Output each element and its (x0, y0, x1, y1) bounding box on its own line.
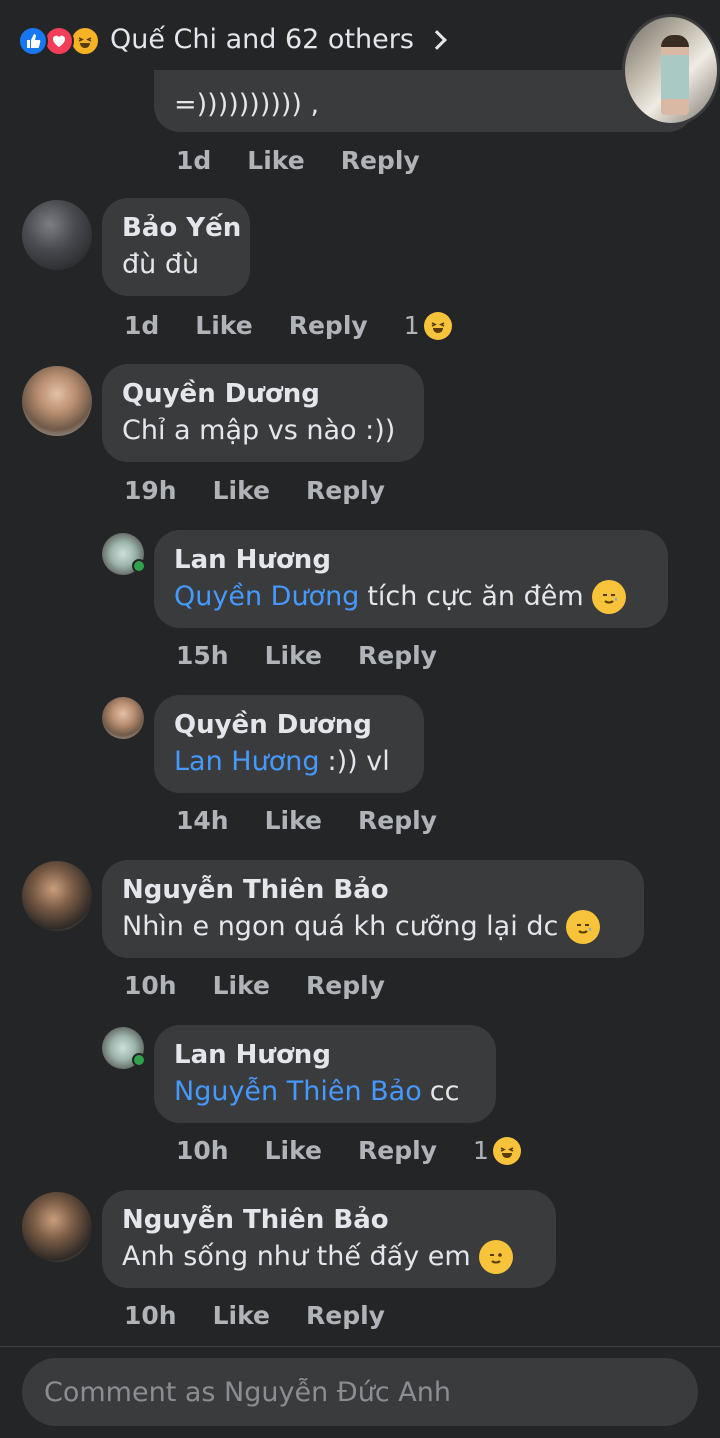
online-status-dot (132, 1053, 146, 1067)
reaction-count[interactable]: 1 (473, 1136, 557, 1165)
comment-time: 10h (124, 1301, 177, 1330)
avatar[interactable] (22, 200, 92, 270)
mention-link[interactable]: Lan Hương (174, 743, 319, 781)
like-button[interactable]: Like (213, 1301, 270, 1330)
comment-actions: 1d Like Reply 1 (124, 311, 488, 340)
comment-text-line: Lan Hương :)) vl (174, 743, 404, 781)
haha-reaction-icon (70, 26, 100, 56)
haha-emoji-icon (423, 311, 452, 340)
like-reaction-icon (18, 26, 48, 56)
comment-actions: 10h Like Reply (124, 971, 421, 1000)
reply-button[interactable]: Reply (306, 476, 385, 505)
online-status-dot (132, 559, 146, 573)
reaction-count-value: 1 (472, 1136, 489, 1165)
comment-actions: 19h Like Reply (124, 476, 421, 505)
reaction-summary[interactable]: Quế Chi and 62 others (110, 24, 447, 55)
comment-bubble[interactable]: Nguyễn Thiên Bảo Anh sống như thế đấy em (102, 1190, 556, 1288)
comment-text: đù đù (122, 249, 200, 280)
comment-time: 15h (176, 641, 229, 670)
reply-button[interactable]: Reply (289, 311, 368, 340)
comment-text-line: Anh sống như thế đấy em (122, 1238, 536, 1276)
like-button[interactable]: Like (265, 1136, 322, 1165)
reaction-summary-text[interactable]: Quế Chi and 62 others (110, 24, 414, 55)
comment-actions: 14h Like Reply (176, 806, 473, 835)
comment-text: Anh sống như thế đấy em (122, 1241, 471, 1272)
comment-author[interactable]: Quyền Dương (122, 376, 404, 412)
comment-bubble[interactable]: Lan Hương Nguyễn Thiên Bảo cc (154, 1025, 496, 1123)
like-button[interactable]: Like (247, 146, 304, 175)
reply-button[interactable]: Reply (306, 1301, 385, 1330)
comment-text: Chỉ a mập vs nào :)) (122, 415, 396, 446)
like-button[interactable]: Like (265, 806, 322, 835)
composer-divider (0, 1346, 720, 1347)
comment-bubble[interactable]: =)))))))))) , (154, 70, 694, 132)
avatar[interactable] (22, 366, 92, 436)
comment-bubble[interactable]: Lan Hương Quyền Dương tích cực ăn đêm (154, 530, 668, 628)
comment-text-line: Quyền Dương tích cực ăn đêm (174, 578, 648, 616)
comment-input[interactable] (22, 1358, 698, 1426)
reply-button[interactable]: Reply (306, 971, 385, 1000)
comment-author[interactable]: Quyền Dương (174, 707, 404, 743)
comment-author[interactable]: Bảo Yến (122, 210, 241, 246)
comment-text: cc (429, 1076, 460, 1107)
mention-link[interactable]: Nguyễn Thiên Bảo (174, 1073, 422, 1111)
comment-author[interactable]: Nguyễn Thiên Bảo (122, 872, 624, 908)
avatar[interactable] (22, 861, 92, 931)
chevron-right-icon (427, 29, 447, 50)
smiling-tear-emoji-icon (591, 580, 626, 614)
comment-time: 10h (124, 971, 177, 1000)
reply-button[interactable]: Reply (341, 146, 420, 175)
thumbnail-figure (661, 35, 689, 115)
like-button[interactable]: Like (213, 971, 270, 1000)
like-button[interactable]: Like (213, 476, 270, 505)
winking-face-emoji-icon (478, 1240, 513, 1274)
comment-author[interactable]: Nguyễn Thiên Bảo (122, 1202, 536, 1238)
comment-bubble[interactable]: Quyền Dương Lan Hương :)) vl (154, 695, 424, 793)
comment-time: 14h (176, 806, 229, 835)
comment-text-line: Nguyễn Thiên Bảo cc (174, 1073, 476, 1111)
comment-bubble[interactable]: Nguyễn Thiên Bảo Nhìn e ngon quá kh cưỡn… (102, 860, 644, 958)
haha-emoji-icon (492, 1136, 521, 1165)
comment-author[interactable]: Lan Hương (174, 542, 648, 578)
reaction-count[interactable]: 1 (404, 311, 488, 340)
comment-bubble[interactable]: Quyền Dương Chỉ a mập vs nào :)) (102, 364, 424, 462)
like-button[interactable]: Like (195, 311, 252, 340)
mention-link[interactable]: Quyền Dương (174, 578, 359, 616)
avatar[interactable] (22, 1192, 92, 1262)
reply-button[interactable]: Reply (358, 1136, 437, 1165)
reply-button[interactable]: Reply (358, 641, 437, 670)
reaction-count-value: 1 (403, 311, 420, 340)
comment-time: 1d (176, 146, 212, 175)
comment-time: 1d (124, 311, 160, 340)
avatar[interactable] (102, 697, 144, 739)
comment-actions: 10h Like Reply 1 (176, 1136, 557, 1165)
comment-actions: 15h Like Reply (176, 641, 473, 670)
comment-author[interactable]: Lan Hương (174, 1037, 476, 1073)
comment-time: 10h (176, 1136, 229, 1165)
comment-actions: 1d Like Reply (176, 146, 456, 175)
love-reaction-icon (44, 26, 74, 56)
comment-actions: 10h Like Reply (124, 1301, 421, 1330)
reaction-icons (18, 26, 100, 56)
like-button[interactable]: Like (265, 641, 322, 670)
comment-text-line: Nhìn e ngon quá kh cưỡng lại dc (122, 908, 624, 946)
reply-button[interactable]: Reply (358, 806, 437, 835)
comment-time: 19h (124, 476, 177, 505)
smiling-tear-emoji-icon (566, 910, 601, 944)
post-thumbnail[interactable] (622, 14, 720, 126)
comment-text: Nhìn e ngon quá kh cưỡng lại dc (122, 911, 559, 942)
comment-text: =)))))))))) , (174, 89, 320, 120)
comment-text: :)) vl (327, 746, 390, 777)
comment-text: tích cực ăn đêm (367, 581, 584, 612)
comment-bubble[interactable]: Bảo Yến đù đù (102, 198, 250, 296)
